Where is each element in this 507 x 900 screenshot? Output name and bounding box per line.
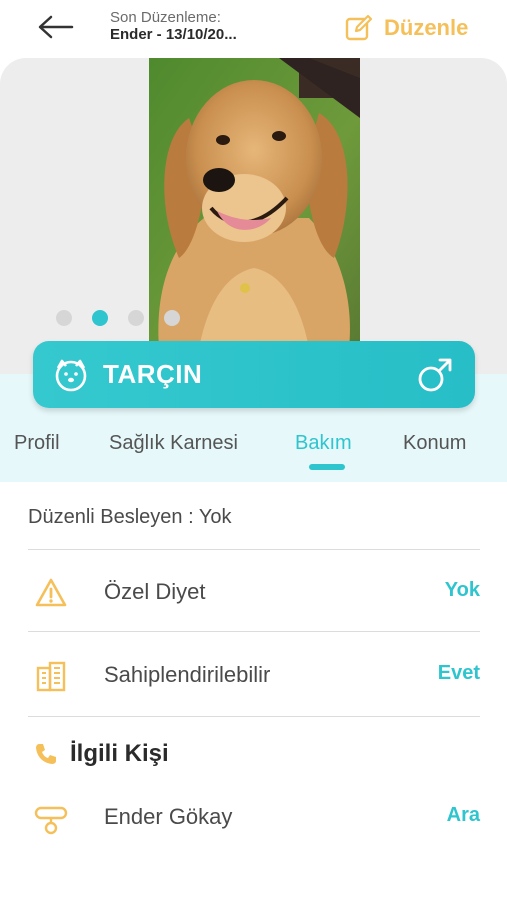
carousel-dot[interactable] (164, 310, 180, 326)
collar-icon (34, 806, 68, 835)
last-edit-info: Son Düzenleme: Ender - 13/10/20... (110, 9, 237, 43)
building-icon (36, 661, 66, 692)
tab-saglik-karnesi[interactable]: Sağlık Karnesi (109, 432, 238, 455)
pet-photo (149, 58, 360, 348)
adoptable-row: Sahiplendirilebilir Evet (0, 645, 507, 705)
divider (28, 549, 480, 550)
dog-face-icon (55, 359, 87, 391)
photo-carousel[interactable] (0, 58, 507, 388)
last-edit-value: Ender - 13/10/20... (110, 26, 237, 43)
contact-title: İlgili Kişi (70, 740, 169, 767)
phone-icon (36, 744, 56, 764)
regular-feeder-text: Düzenli Besleyen : Yok (28, 506, 232, 528)
adoptable-label: Sahiplendirilebilir (104, 662, 271, 687)
adoptable-value: Evet (437, 662, 480, 684)
carousel-dot-active[interactable] (92, 310, 108, 326)
divider (28, 716, 480, 717)
carousel-dot[interactable] (56, 310, 72, 326)
pet-name-bar: TARÇIN (33, 341, 475, 408)
active-tab-indicator (309, 464, 345, 470)
tab-konum[interactable]: Konum (403, 432, 466, 455)
carousel-indicators (56, 310, 180, 326)
carousel-dot[interactable] (128, 310, 144, 326)
contact-name: Ender Gökay (104, 804, 233, 829)
special-diet-value: Yok (444, 579, 480, 601)
last-edit-label: Son Düzenleme: (110, 9, 221, 26)
back-button[interactable] (36, 12, 76, 42)
contact-section-title: İlgili Kişi (34, 740, 169, 768)
edit-icon (345, 14, 373, 41)
edit-button-label: Düzenle (384, 15, 469, 40)
pet-name: TARÇIN (103, 359, 203, 389)
arrow-left-icon (38, 15, 74, 39)
edit-button[interactable]: Düzenle (344, 12, 468, 44)
special-diet-row: Özel Diyet Yok (0, 562, 507, 622)
contact-row: Ender Gökay Ara (0, 787, 507, 847)
tab-bakim[interactable]: Bakım (295, 432, 352, 455)
male-symbol-icon (418, 358, 452, 392)
tab-bar: Profil Sağlık Karnesi Bakım Konum (0, 426, 507, 482)
tab-profil[interactable]: Profil (14, 432, 60, 455)
warning-icon (35, 578, 67, 607)
call-button[interactable]: Ara (447, 804, 480, 827)
special-diet-label: Özel Diyet (104, 579, 206, 604)
top-bar: Son Düzenleme: Ender - 13/10/20... Düzen… (0, 0, 507, 58)
divider (28, 631, 480, 632)
